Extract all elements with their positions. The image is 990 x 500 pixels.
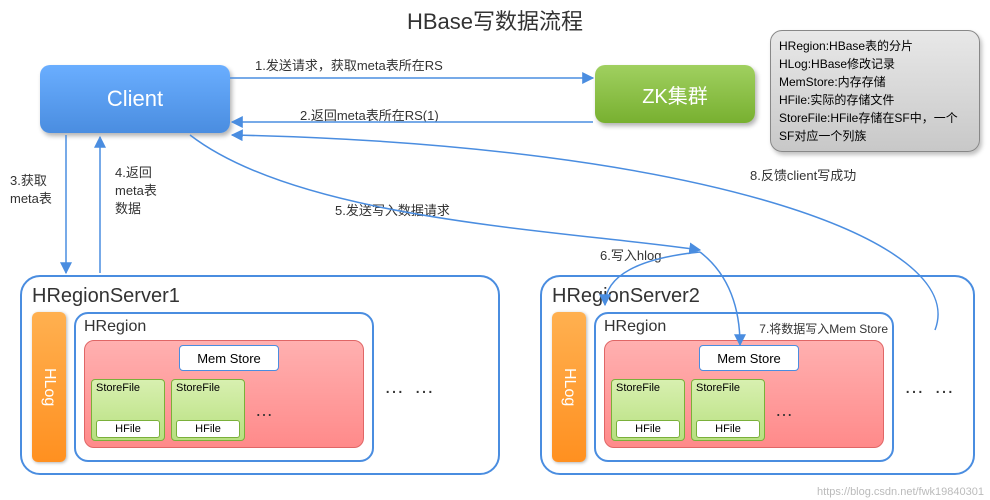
hregionserver1-box: HRegionServer1 HLog HRegion Mem Store St…: [20, 275, 500, 475]
step4-label-a: 4.返回: [115, 162, 152, 181]
zk-cluster-box: ZK集群: [595, 65, 755, 123]
hregion-box: HRegion Mem Store StoreFile HFile StoreF…: [74, 312, 374, 462]
diagram-title: HBase写数据流程: [407, 4, 583, 36]
ellipsis: …: [771, 400, 797, 421]
hregion-label: HRegion: [84, 318, 364, 336]
hlog-box: HLog: [552, 312, 586, 462]
storefile-box: StoreFile HFile: [611, 379, 685, 441]
hfile-box: HFile: [176, 420, 240, 438]
ellipsis: …: [904, 376, 924, 399]
rs2-label: HRegionServer2: [552, 285, 963, 308]
step6-label: 6.写入hlog: [600, 245, 661, 264]
legend-line: MemStore:内存存储: [779, 73, 971, 91]
storefile-label: StoreFile: [176, 382, 240, 394]
client-label: Client: [107, 86, 163, 112]
step5-label: 5.发送写入数据请求: [335, 200, 450, 219]
storefile-label: StoreFile: [696, 382, 760, 394]
legend-line: HRegion:HBase表的分片: [779, 37, 971, 55]
hfile-box: HFile: [616, 420, 680, 438]
storefile-box: StoreFile HFile: [171, 379, 245, 441]
rs1-label: HRegionServer1: [32, 285, 488, 308]
hlog-label: HLog: [40, 368, 58, 406]
ellipsis: …: [934, 376, 954, 399]
storefile-label: StoreFile: [96, 382, 160, 394]
memstore-box: Mem Store: [699, 345, 799, 371]
hlog-box: HLog: [32, 312, 66, 462]
zk-label: ZK集群: [642, 80, 708, 109]
store-box: Mem Store StoreFile HFile StoreFile HFil…: [84, 340, 364, 448]
ellipsis: …: [414, 376, 434, 399]
watermark: https://blog.csdn.net/fwk19840301: [817, 486, 984, 498]
ellipsis: …: [384, 376, 404, 399]
storefile-box: StoreFile HFile: [691, 379, 765, 441]
step7-label: 7.将数据写入Mem Store: [759, 320, 888, 337]
hregionserver2-box: HRegionServer2 HLog HRegion 7.将数据写入Mem S…: [540, 275, 975, 475]
step4-label-c: 数据: [115, 198, 141, 217]
hfile-box: HFile: [96, 420, 160, 438]
step2-label: 2.返回meta表所在RS(1): [300, 105, 439, 124]
step3-label-a: 3.获取: [10, 170, 47, 189]
memstore-box: Mem Store: [179, 345, 279, 371]
legend-line: HFile:实际的存储文件: [779, 91, 971, 109]
ellipsis: …: [251, 400, 277, 421]
storefile-box: StoreFile HFile: [91, 379, 165, 441]
hfile-box: HFile: [696, 420, 760, 438]
hregion-box: HRegion 7.将数据写入Mem Store Mem Store Store…: [594, 312, 894, 462]
legend-box: HRegion:HBase表的分片 HLog:HBase修改记录 MemStor…: [770, 30, 980, 152]
legend-line: StoreFile:HFile存储在SF中，一个SF对应一个列族: [779, 109, 971, 145]
client-box: Client: [40, 65, 230, 133]
step3-label-b: meta表: [10, 188, 52, 207]
legend-line: HLog:HBase修改记录: [779, 55, 971, 73]
hlog-label: HLog: [560, 368, 578, 406]
step8-label: 8.反馈client写成功: [750, 165, 856, 184]
store-box: Mem Store StoreFile HFile StoreFile HFil…: [604, 340, 884, 448]
storefile-label: StoreFile: [616, 382, 680, 394]
step4-label-b: meta表: [115, 180, 157, 199]
step1-label: 1.发送请求，获取meta表所在RS: [255, 55, 443, 74]
